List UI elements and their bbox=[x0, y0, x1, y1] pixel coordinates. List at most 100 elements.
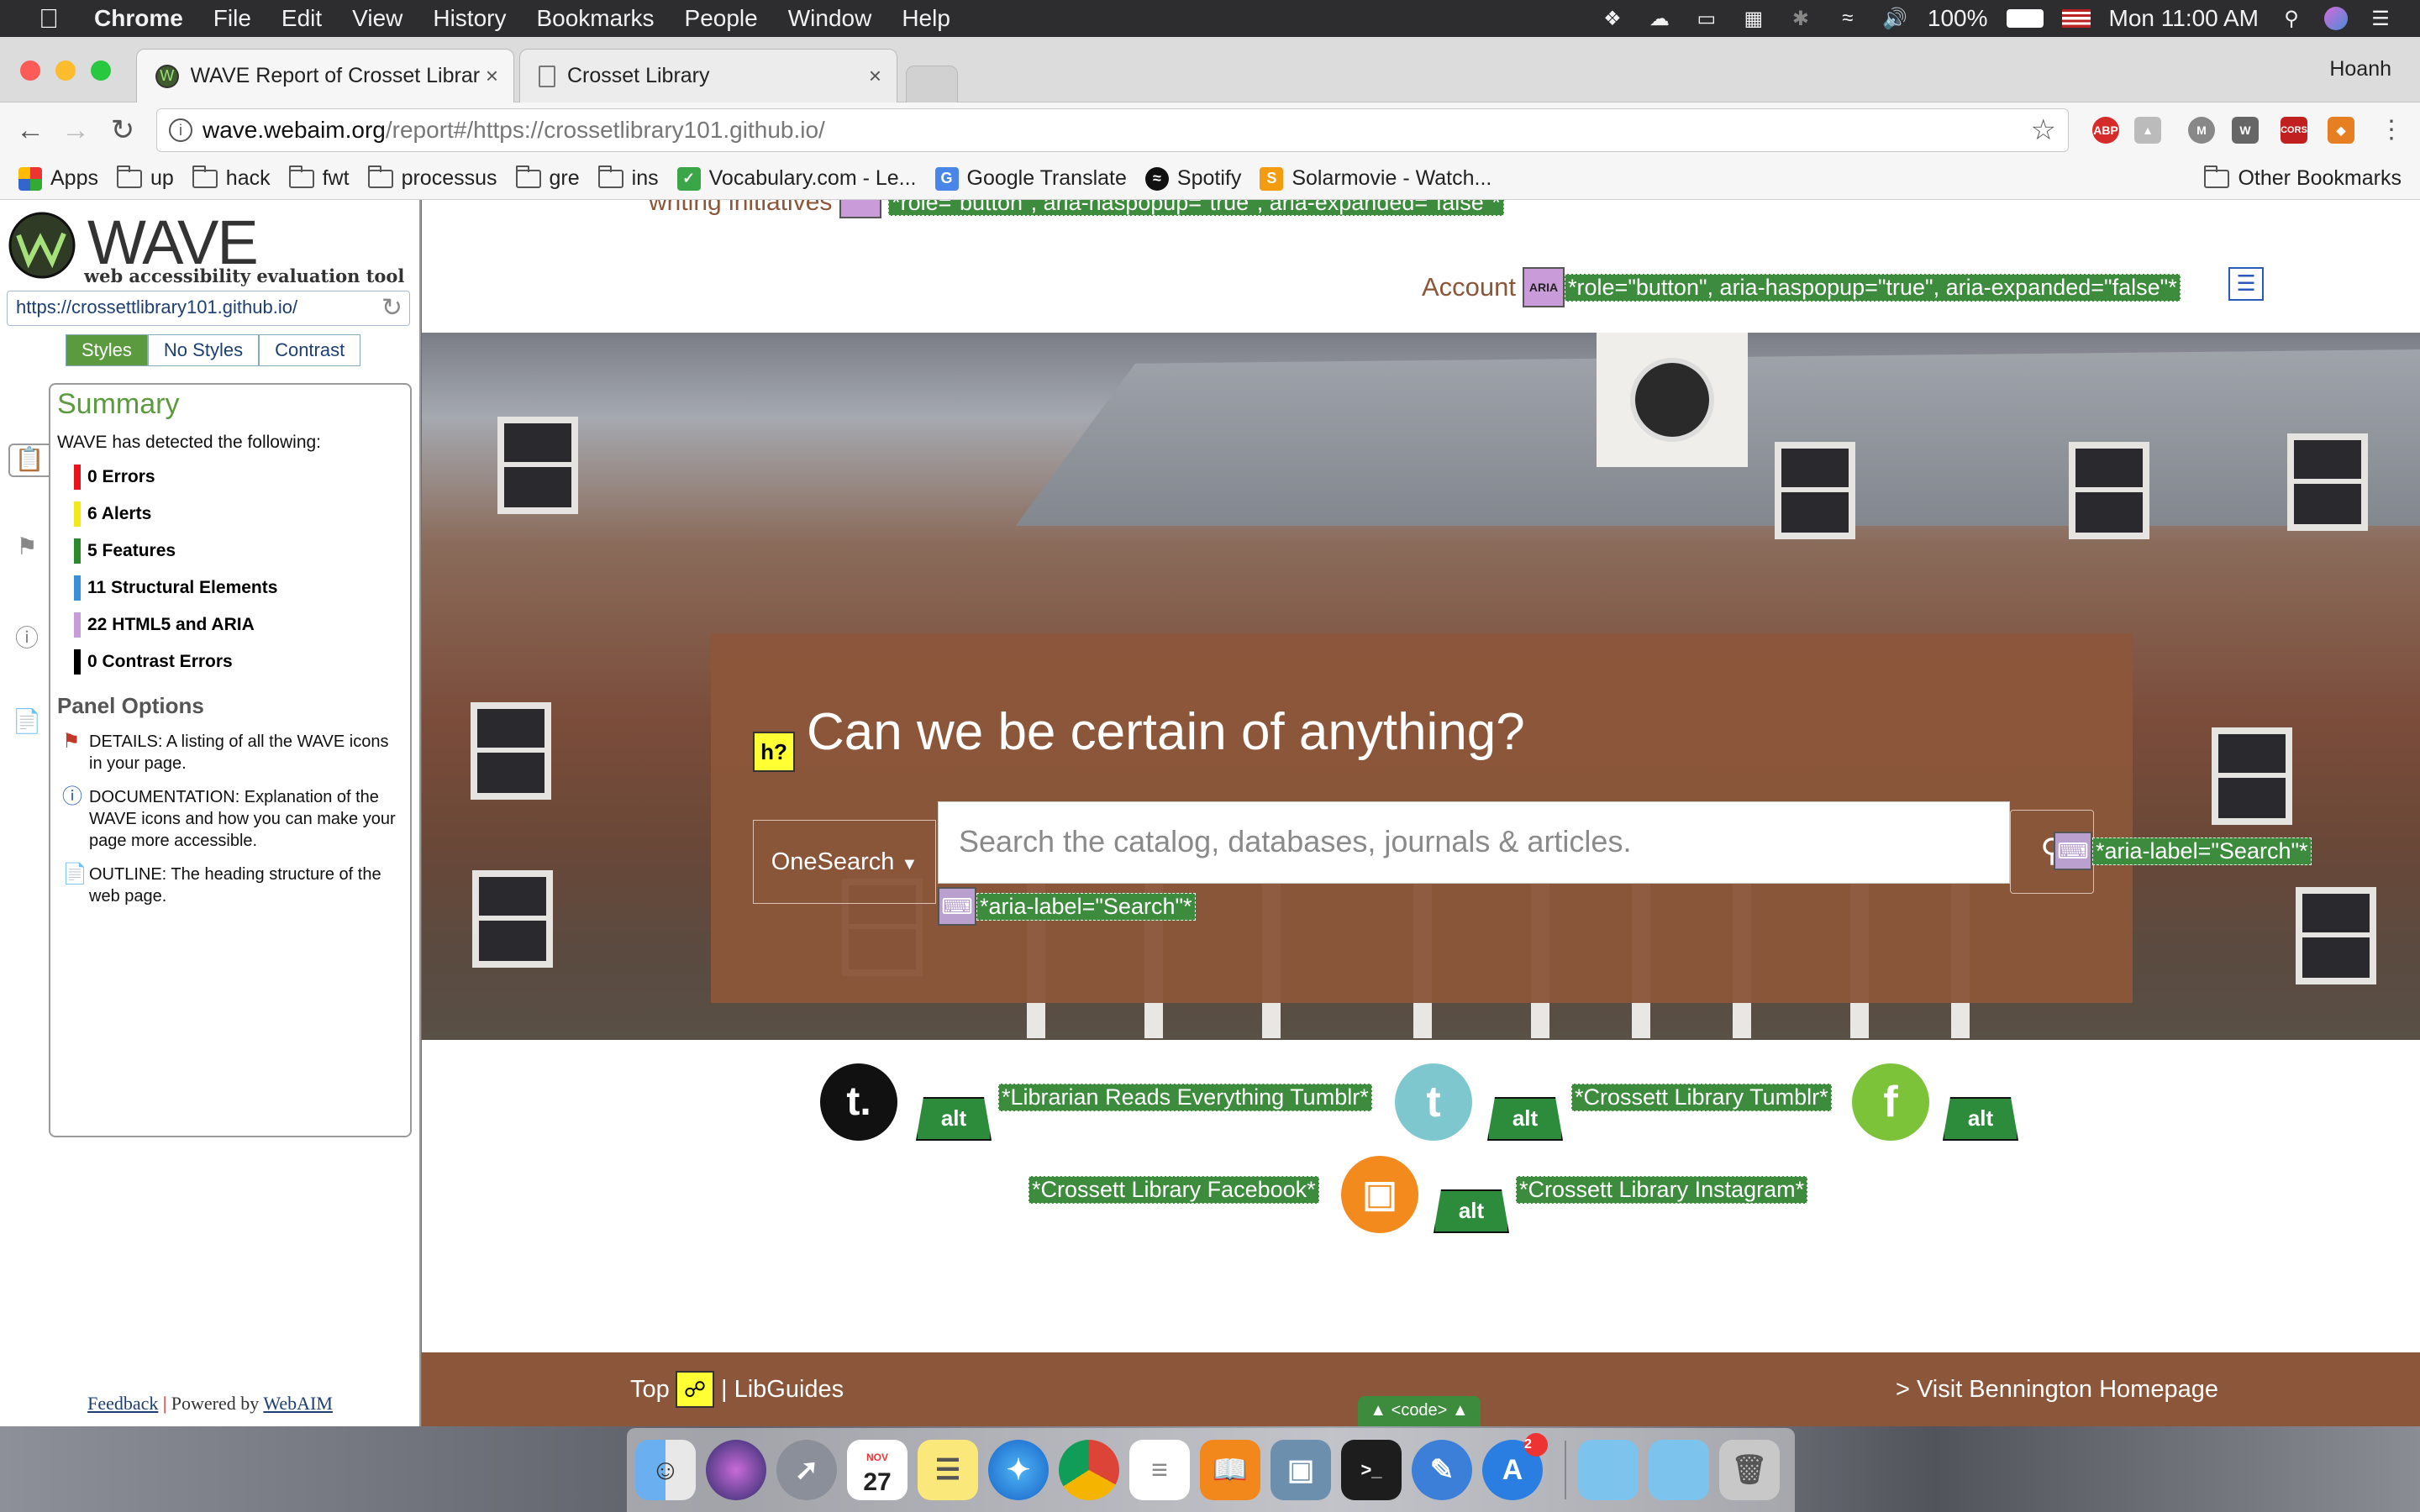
librarian-tumblr-icon[interactable]: t. bbox=[820, 1063, 897, 1141]
bookmark-folder-hack[interactable]: hack bbox=[192, 165, 271, 191]
forward-arrow-icon[interactable]: → bbox=[57, 113, 94, 150]
info-icon[interactable]: i bbox=[169, 118, 192, 142]
footer-libguides-link[interactable]: | LibGuides bbox=[721, 1376, 844, 1404]
summary-clipboard-icon[interactable]: 📋 bbox=[8, 444, 49, 477]
account-link[interactable]: Account bbox=[1422, 272, 1516, 302]
ibooks-icon[interactable]: 📖 bbox=[1200, 1440, 1260, 1500]
drive-extension-icon[interactable]: ▲ bbox=[2134, 117, 2161, 144]
bookmark-apps[interactable]: Apps bbox=[18, 166, 98, 191]
summary-html5-aria[interactable]: 22 HTML5 and ARIA bbox=[74, 612, 410, 638]
webaim-link[interactable]: WebAIM bbox=[263, 1393, 333, 1414]
notes-icon[interactable]: ☰ bbox=[918, 1440, 978, 1500]
tab-close-icon[interactable]: × bbox=[486, 63, 498, 89]
alt-badge-icon[interactable]: alt bbox=[1487, 1097, 1563, 1141]
tab-close-icon[interactable]: × bbox=[869, 63, 881, 89]
menu-view[interactable]: View bbox=[352, 5, 402, 32]
spotlight-search-icon[interactable]: ⚲ bbox=[2277, 7, 2306, 30]
details-flag-icon[interactable]: ⚑ bbox=[10, 533, 44, 566]
chrome-icon[interactable] bbox=[1059, 1440, 1119, 1500]
bookmark-folder-gre[interactable]: gre bbox=[515, 165, 580, 191]
downloads-folder-icon[interactable] bbox=[1649, 1440, 1709, 1500]
bookmark-spotify[interactable]: ≈ Spotify bbox=[1144, 166, 1241, 191]
tab-no-styles[interactable]: No Styles bbox=[147, 334, 260, 366]
menu-clock[interactable]: Mon 11:00 AM bbox=[2109, 5, 2259, 32]
nav-writing-initiatives[interactable]: writing initiatives *role="button", aria… bbox=[649, 200, 1504, 219]
photo-preview-icon[interactable]: ▣ bbox=[1270, 1440, 1331, 1500]
tab-wave-report[interactable]: W WAVE Report of Crosset Librar × bbox=[136, 49, 514, 102]
alt-badge-icon[interactable]: alt bbox=[1943, 1097, 2018, 1141]
bookmark-google-translate[interactable]: G Google Translate bbox=[934, 166, 1127, 191]
menu-edit[interactable]: Edit bbox=[281, 5, 322, 32]
footer-top-link[interactable]: Top bbox=[630, 1376, 670, 1404]
code-toggle-button[interactable]: ▲ <code> ▲ bbox=[1358, 1396, 1481, 1426]
summary-features[interactable]: 5 Features bbox=[74, 538, 410, 564]
tab-contrast[interactable]: Contrast bbox=[259, 334, 361, 366]
airplay-icon[interactable]: ▭ bbox=[1692, 7, 1721, 30]
adblock-extension-icon[interactable]: ABP bbox=[2092, 117, 2119, 144]
safari-compass-icon[interactable]: ✦ bbox=[988, 1440, 1049, 1500]
menu-file[interactable]: File bbox=[213, 5, 251, 32]
notification-center-icon[interactable]: ☰ bbox=[2366, 7, 2395, 30]
cloud-icon[interactable]: ☁ bbox=[1645, 7, 1674, 30]
tab-styles[interactable]: Styles bbox=[66, 334, 148, 366]
menu-bookmarks[interactable]: Bookmarks bbox=[536, 5, 654, 32]
aria-badge-icon[interactable]: ARIA bbox=[1523, 267, 1565, 307]
label-tag-icon[interactable]: ⌨ bbox=[938, 887, 976, 926]
aria-badge-icon[interactable] bbox=[839, 200, 881, 219]
account-menu[interactable]: Account ARIA *role="button", aria-haspop… bbox=[1422, 267, 2181, 307]
back-arrow-icon[interactable]: ← bbox=[12, 113, 49, 150]
finder-icon[interactable]: ☺ bbox=[635, 1440, 696, 1500]
refresh-icon[interactable]: ↻ bbox=[381, 293, 402, 323]
m-extension-icon[interactable]: M bbox=[2188, 117, 2215, 144]
address-bar[interactable]: i wave.webaim.org /report#/https://cross… bbox=[156, 108, 2069, 152]
launchpad-rocket-icon[interactable]: ➚ bbox=[776, 1440, 837, 1500]
summary-contrast[interactable]: 0 Contrast Errors bbox=[74, 649, 410, 675]
window-close-button[interactable] bbox=[20, 60, 40, 81]
new-tab-button[interactable] bbox=[906, 66, 958, 102]
wifi-icon[interactable]: ≈ bbox=[1833, 7, 1862, 30]
sketch-pen-icon[interactable]: ✎ bbox=[1412, 1440, 1472, 1500]
bookmark-other[interactable]: Other Bookmarks bbox=[2204, 165, 2402, 191]
list-structure-icon[interactable]: ☰ bbox=[2228, 267, 2264, 301]
chrome-menu-icon[interactable]: ⋮ bbox=[2373, 113, 2410, 150]
broken-link-icon[interactable]: ☍ bbox=[676, 1371, 714, 1408]
alt-badge-icon[interactable]: alt bbox=[916, 1097, 992, 1141]
folder-icon[interactable] bbox=[1578, 1440, 1639, 1500]
us-flag-icon[interactable] bbox=[2061, 9, 2091, 28]
siri-icon[interactable] bbox=[706, 1440, 766, 1500]
bookmark-folder-ins[interactable]: ins bbox=[597, 165, 659, 191]
bookmark-solarmovie[interactable]: S Solarmovie - Watch... bbox=[1260, 166, 1491, 191]
window-zoom-button[interactable] bbox=[91, 60, 111, 81]
summary-errors[interactable]: 0 Errors bbox=[74, 465, 410, 490]
window-minimize-button[interactable] bbox=[55, 60, 76, 81]
heading-badge-icon[interactable]: h? bbox=[753, 732, 795, 772]
tumblr-icon[interactable]: t bbox=[1395, 1063, 1472, 1141]
option-outline[interactable]: 📄 OUTLINE: The heading structure of the w… bbox=[62, 864, 402, 907]
bluetooth-icon[interactable]: ✱ bbox=[1786, 7, 1815, 30]
apple-icon[interactable]:  bbox=[29, 0, 69, 37]
terminal-icon[interactable]: >_ bbox=[1341, 1440, 1402, 1500]
alt-badge-icon[interactable]: alt bbox=[1434, 1189, 1509, 1233]
feedback-link[interactable]: Feedback bbox=[87, 1393, 158, 1414]
calendar-icon[interactable]: NOV 27 bbox=[847, 1440, 908, 1500]
trash-icon[interactable]: 🗑 bbox=[1719, 1440, 1780, 1500]
bookmark-folder-fwt[interactable]: fwt bbox=[288, 165, 350, 191]
facebook-icon[interactable]: f bbox=[1852, 1063, 1929, 1141]
documentation-info-icon[interactable]: ⓘ bbox=[10, 620, 44, 654]
bookmark-vocabulary[interactable]: ✓ Vocabulary.com - Le... bbox=[676, 166, 917, 191]
tab-crosset-library[interactable]: Crosset Library × bbox=[519, 49, 897, 102]
app-store-icon[interactable]: A2 bbox=[1482, 1433, 1548, 1500]
instagram-icon[interactable]: ▣ bbox=[1341, 1156, 1418, 1233]
menu-window[interactable]: Window bbox=[788, 5, 872, 32]
menu-app-name[interactable]: Chrome bbox=[94, 5, 183, 32]
option-documentation[interactable]: ⓘ DOCUMENTATION: Explanation of the WAVE … bbox=[62, 786, 402, 852]
onesearch-dropdown[interactable]: OneSearch ▼ bbox=[753, 820, 936, 904]
option-details[interactable]: ⚑ DETAILS: A listing of all the WAVE icon… bbox=[62, 731, 402, 774]
summary-alerts[interactable]: 6 Alerts bbox=[74, 501, 410, 527]
wave-url-input[interactable]: https://crossettlibrary101.github.io/ ↻ bbox=[7, 291, 410, 326]
siri-icon[interactable] bbox=[2324, 7, 2348, 30]
w-extension-icon[interactable]: W bbox=[2232, 117, 2259, 144]
bookmark-folder-processus[interactable]: processus bbox=[367, 165, 497, 191]
window-manager-icon[interactable]: ▦ bbox=[1739, 7, 1768, 30]
footer-homepage-link[interactable]: > Visit Bennington Homepage bbox=[1896, 1376, 2218, 1404]
